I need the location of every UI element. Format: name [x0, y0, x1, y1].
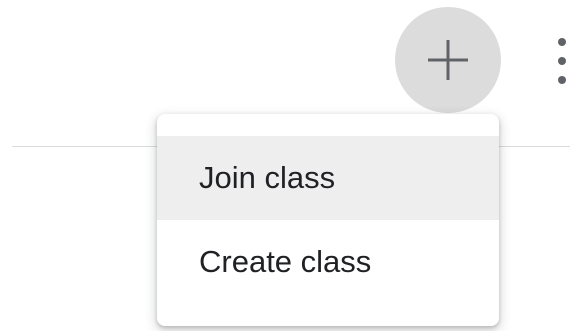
plus-icon [428, 40, 468, 80]
more-options-button[interactable] [554, 38, 570, 84]
menu-item-label: Create class [199, 244, 372, 279]
menu-item-join-class[interactable]: Join class [157, 136, 499, 220]
classroom-header: Join class Create class [0, 0, 570, 331]
more-vert-icon [558, 38, 566, 46]
add-class-menu: Join class Create class [157, 114, 499, 326]
menu-item-label: Join class [199, 160, 336, 195]
menu-item-create-class[interactable]: Create class [157, 220, 499, 304]
add-class-button[interactable] [395, 7, 501, 113]
